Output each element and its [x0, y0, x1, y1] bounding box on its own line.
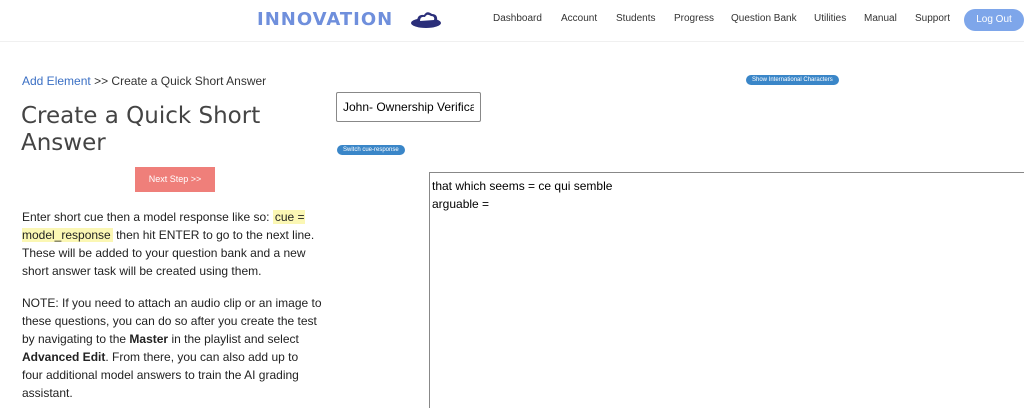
textarea-line: that which seems = ce qui semble: [432, 179, 613, 193]
breadcrumb-separator: >>: [94, 74, 109, 88]
breadcrumb: Add Element >> Create a Quick Short Answ…: [22, 74, 266, 88]
textarea-line: arguable =: [432, 197, 493, 211]
brand-name[interactable]: INNOVATION: [257, 9, 393, 30]
nav-dashboard[interactable]: Dashboard: [493, 13, 542, 24]
next-step-button[interactable]: Next Step >>: [135, 167, 215, 192]
instructions-paragraph: Enter short cue then a model response li…: [22, 208, 322, 280]
task-title-input[interactable]: [336, 92, 481, 122]
top-navbar: INNOVATION Dashboard Account Students Pr…: [0, 0, 1024, 42]
note-paragraph: NOTE: If you need to attach an audio cli…: [22, 294, 322, 402]
nav-students[interactable]: Students: [616, 13, 655, 24]
show-international-characters-button[interactable]: Show International Characters: [746, 75, 839, 85]
page-title: Create a Quick Short Answer: [21, 103, 261, 156]
breadcrumb-current: Create a Quick Short Answer: [111, 74, 267, 88]
nav-progress[interactable]: Progress: [674, 13, 714, 24]
nav-support[interactable]: Support: [915, 13, 950, 24]
cloud-logo-icon[interactable]: [409, 8, 443, 32]
logout-button[interactable]: Log Out: [964, 9, 1024, 31]
switch-cue-response-button[interactable]: Switch cue-response: [337, 145, 405, 155]
note-advanced-edit-term: Advanced Edit: [22, 350, 106, 364]
breadcrumb-add-element-link[interactable]: Add Element: [22, 74, 91, 88]
note-text-cont: in the playlist and select: [168, 332, 299, 346]
cue-response-textarea[interactable]: that which seems = ce qui semble arguabl…: [429, 172, 1024, 408]
nav-utilities[interactable]: Utilities: [814, 13, 846, 24]
instructions-text: Enter short cue then a model response li…: [22, 210, 273, 224]
nav-question-bank[interactable]: Question Bank: [731, 13, 797, 24]
note-master-term: Master: [129, 332, 169, 346]
nav-account[interactable]: Account: [561, 13, 597, 24]
nav-manual[interactable]: Manual: [864, 13, 897, 24]
